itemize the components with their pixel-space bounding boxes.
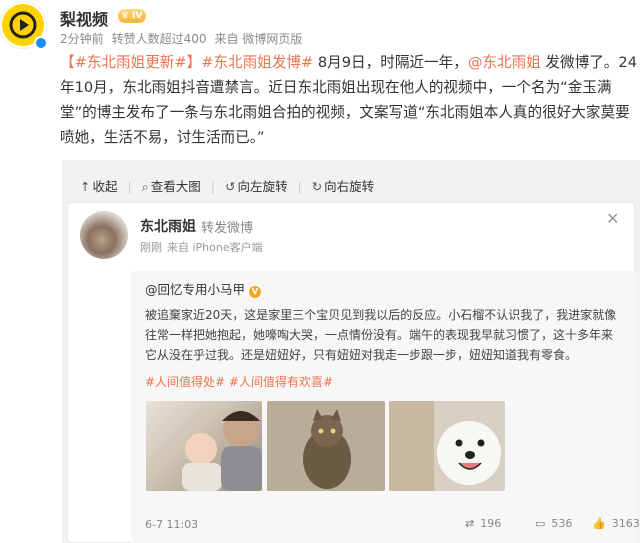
close-icon[interactable]: ✕ [606, 209, 619, 228]
magnify-icon: ⌕ [141, 179, 149, 194]
topic-tag-post[interactable]: #东北雨姐发博# [201, 54, 313, 71]
verified-icon [34, 36, 48, 50]
play-logo-icon [9, 11, 37, 39]
like-icon: 👍 [592, 517, 606, 530]
photo-cat[interactable] [267, 401, 385, 491]
post-text: 【#东北雨姐更新#】#东北雨姐发博# 8月9日，时隔近一年，@东北雨姐 发微博了… [60, 50, 638, 150]
topic-tag-update[interactable]: 【#东北雨姐更新#】 [60, 54, 201, 71]
rotate-right-button[interactable]: ↻ 向右旋转 [312, 176, 375, 195]
rotate-right-icon: ↻ [311, 179, 323, 194]
repost-like-count: 转赞人数超过400 [111, 32, 207, 46]
repost-author-name[interactable]: 东北雨姐 [140, 216, 196, 236]
verified-icon: V [249, 286, 262, 298]
repost-card: 东北雨姐 转发微博 刚刚 来自 iPhone客户端 ✕ @回忆专用小马甲 V 被追棄… [67, 202, 640, 543]
post-header: 梨视频 IV 2分钟前转赞人数超过400 来自 微博网页版 [0, 0, 640, 50]
collapse-button[interactable]: ↑ 收起 [80, 176, 118, 195]
level-badge: IV [118, 9, 147, 23]
repost-meta: 刚刚 来自 iPhone客户端 [140, 239, 268, 255]
original-author[interactable]: @回忆专用小马甲 V [145, 279, 262, 298]
comment-stat[interactable]: ▭ 536 [535, 517, 572, 530]
post-meta: 2分钟前 转赞人数超过400 来自 微博网页版 [60, 30, 310, 47]
original-footer: 6-7 11:03 ⇄ 196 ▭ 536 👍 3163 [145, 516, 640, 536]
collapse-icon: ↑ [80, 179, 91, 194]
repost-action-label: 转发微博 [201, 221, 254, 236]
comment-icon: ▭ [535, 517, 546, 530]
divider: | [297, 179, 302, 194]
photo-dog[interactable] [389, 401, 505, 491]
repost-icon: ⇄ [465, 517, 475, 530]
media-viewer: ↑ 收起 | ⌕ 查看大图 | ↺ 向左旋转 | ↻ 向右旋转 东北雨姐 转发微博 刚刚 来自 iPh… [62, 160, 640, 543]
repost-source: 来自 iPhone客户端 [167, 241, 263, 254]
post-body-1: 8月9日，时隔近一年， [313, 54, 468, 71]
divider: | [127, 179, 132, 194]
repost-author-avatar[interactable] [80, 211, 128, 259]
original-text: 被追棄家近20天，这是家里三个宝贝见到我以后的反应。小石榴不认识我了，我进家就像… [145, 308, 617, 362]
photo-cat-art [267, 401, 385, 491]
view-large-button[interactable]: ⌕ 查看大图 [142, 176, 201, 195]
like-stat[interactable]: 👍 3163 [592, 517, 640, 530]
account-name[interactable]: 梨视频 [60, 6, 108, 30]
rotate-left-button[interactable]: ↺ 向左旋转 [225, 176, 288, 195]
rotate-left-icon: ↺ [224, 179, 236, 194]
photo-baby-art [182, 411, 262, 491]
original-tags[interactable]: #人间值得处# #人间值得有欢喜# [145, 373, 333, 390]
photo-dog-art [389, 401, 505, 491]
post-source: 来自 微博网页版 [214, 32, 303, 46]
original-timestamp[interactable]: 6-7 11:03 [145, 518, 198, 531]
image-toolbar: ↑ 收起 | ⌕ 查看大图 | ↺ 向左旋转 | ↻ 向右旋转 [80, 176, 384, 195]
post-time[interactable]: 2分钟前 [60, 32, 104, 46]
repost-stat[interactable]: ⇄ 196 [465, 517, 501, 530]
original-post: @回忆专用小马甲 V 被追棄家近20天，这是家里三个宝贝见到我以后的反应。小石榴不… [131, 271, 640, 543]
divider: | [210, 179, 215, 194]
mention-link[interactable]: @东北雨姐 [468, 54, 541, 71]
repost-time[interactable]: 刚刚 [140, 241, 162, 254]
photo-baby[interactable] [146, 401, 262, 491]
